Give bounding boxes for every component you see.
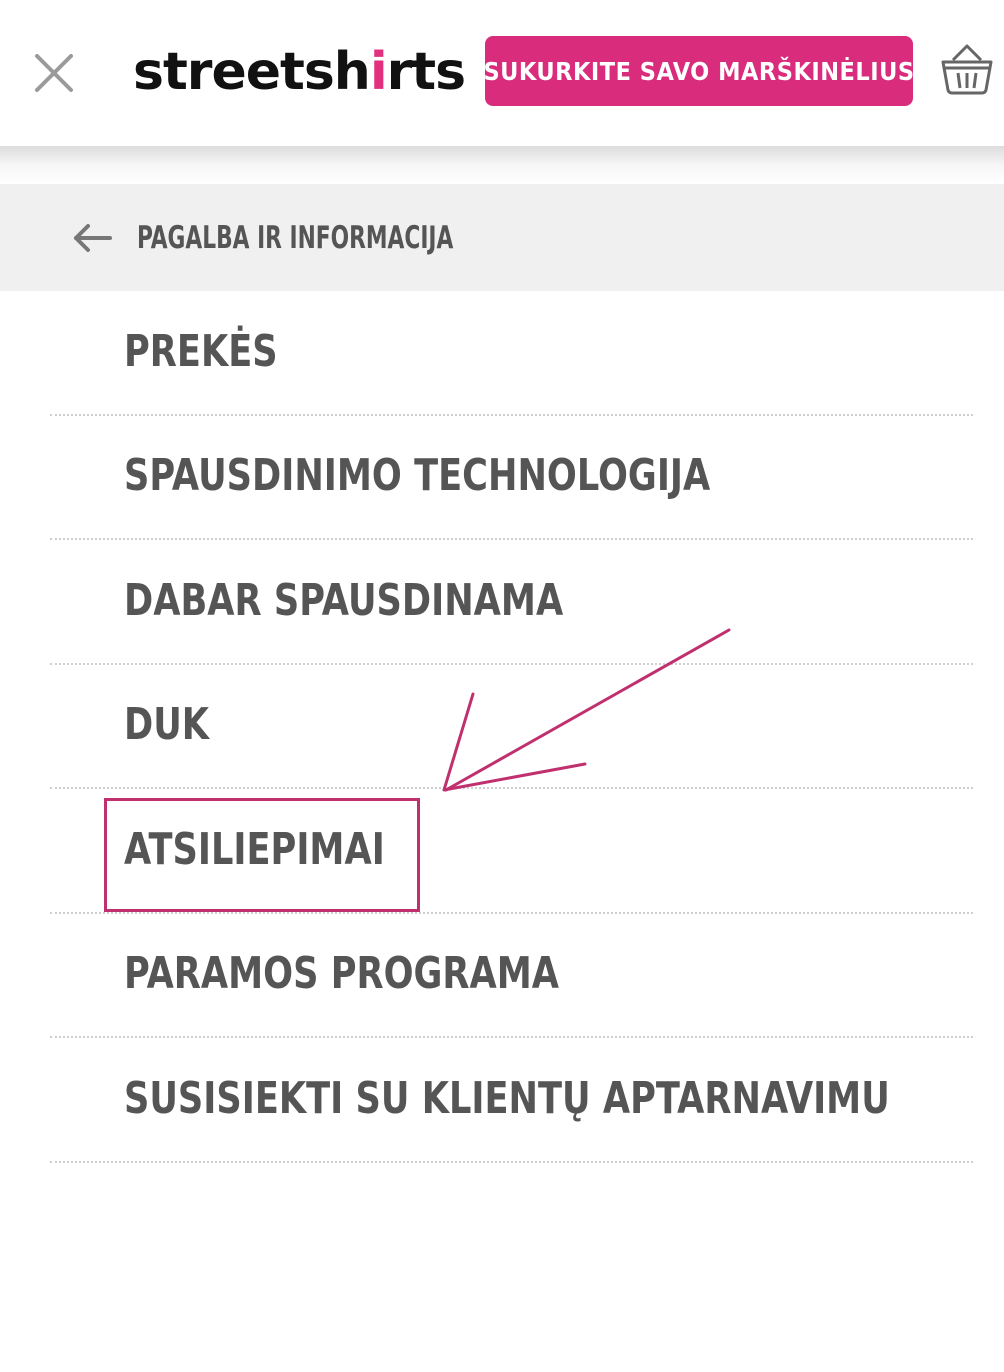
menu-item-prekes[interactable]: PREKĖS: [0, 291, 1004, 416]
header-shadow: [0, 146, 1004, 184]
menu-item-label: PARAMOS PROGRAMA: [124, 948, 560, 1000]
menu-item-label: SPAUSDINIMO TECHNOLOGIJA: [124, 450, 711, 502]
menu-item-label: DABAR SPAUSDINAMA: [124, 574, 564, 626]
menu-item-spausdinimo-technologija[interactable]: SPAUSDINIMO TECHNOLOGIJA: [0, 416, 1004, 540]
logo-text-part2: rts: [386, 42, 466, 102]
basket-icon: [941, 44, 993, 95]
menu-item-paramos-programa[interactable]: PARAMOS PROGRAMA: [0, 914, 1004, 1038]
create-shirt-button[interactable]: SUKURKITE SAVO MARŠKINĖLIUS: [485, 36, 913, 106]
menu-item-susisiekti[interactable]: SUSISIEKTI SU KLIENTŲ APTARNAVIMU: [0, 1038, 1004, 1163]
menu-item-dabar-spausdinama[interactable]: DABAR SPAUSDINAMA: [0, 540, 1004, 665]
arrow-left-icon: [74, 224, 112, 252]
menu-item-label: SUSISIEKTI SU KLIENTŲ APTARNAVIMU: [124, 1072, 890, 1124]
back-label: PAGALBA IR INFORMACIJA: [137, 219, 454, 256]
menu-item-label: PREKĖS: [124, 325, 278, 377]
divider: [50, 1160, 973, 1163]
close-icon: [35, 54, 73, 92]
page: streetsh i rts SUKURKITE SAVO MARŠKINĖLIUS…: [0, 0, 1004, 1372]
menu-item-label: DUK: [124, 699, 210, 751]
streetshirts-logo[interactable]: streetsh i rts: [133, 36, 466, 108]
logo-text-part1: streetsh: [133, 42, 371, 102]
close-button[interactable]: [28, 47, 80, 99]
menu-item-atsiliepimai[interactable]: ATSILIEPIMAI: [0, 789, 1004, 914]
help-menu: PREKĖS SPAUSDINIMO TECHNOLOGIJA DABAR SP…: [0, 291, 1004, 1163]
back-navigation[interactable]: PAGALBA IR INFORMACIJA: [0, 184, 1004, 291]
logo-text-accent: i: [369, 42, 388, 102]
top-header: streetsh i rts SUKURKITE SAVO MARŠKINĖLIUS: [0, 0, 1004, 146]
menu-item-duk[interactable]: DUK: [0, 665, 1004, 789]
cart-button[interactable]: [938, 40, 996, 98]
menu-item-label: ATSILIEPIMAI: [124, 823, 385, 875]
